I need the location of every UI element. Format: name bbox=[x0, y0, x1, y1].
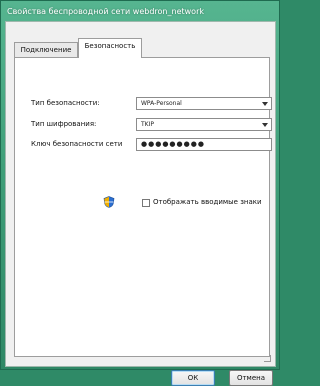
tab-security[interactable]: Безопасность bbox=[78, 38, 142, 58]
encryption-type-value: TKIP bbox=[141, 121, 154, 128]
tab-connection[interactable]: Подключение bbox=[14, 42, 78, 58]
security-panel: Тип безопасности: WPA-Personal Тип шифро… bbox=[14, 57, 272, 357]
chevron-down-icon bbox=[262, 102, 268, 106]
ok-button[interactable]: ОК bbox=[171, 370, 215, 386]
encryption-type-dropdown[interactable]: TKIP bbox=[136, 118, 272, 131]
security-type-dropdown[interactable]: WPA-Personal bbox=[136, 97, 272, 110]
encryption-type-label: Тип шифрования: bbox=[31, 120, 97, 128]
cancel-button[interactable]: Отмена bbox=[229, 370, 273, 386]
dialog-window: Свойства беспроводной сети webdron_netwo… bbox=[0, 0, 280, 386]
security-type-label: Тип безопасности: bbox=[31, 99, 100, 107]
chevron-down-icon bbox=[262, 123, 268, 127]
window-title: Свойства беспроводной сети webdron_netwo… bbox=[7, 7, 204, 16]
dialog-client-area: Подключение Безопасность Тип безопасност… bbox=[5, 21, 276, 386]
network-key-input[interactable]: ●●●●●●●●● bbox=[136, 138, 272, 151]
security-type-value: WPA-Personal bbox=[141, 100, 182, 107]
network-key-label: Ключ безопасности сети bbox=[31, 140, 123, 148]
resize-grip-icon[interactable] bbox=[264, 355, 271, 362]
show-characters-label: Отображать вводимые знаки bbox=[153, 198, 262, 206]
network-key-value: ●●●●●●●●● bbox=[141, 140, 205, 148]
show-characters-checkbox[interactable] bbox=[142, 199, 150, 207]
shield-icon bbox=[103, 196, 115, 208]
